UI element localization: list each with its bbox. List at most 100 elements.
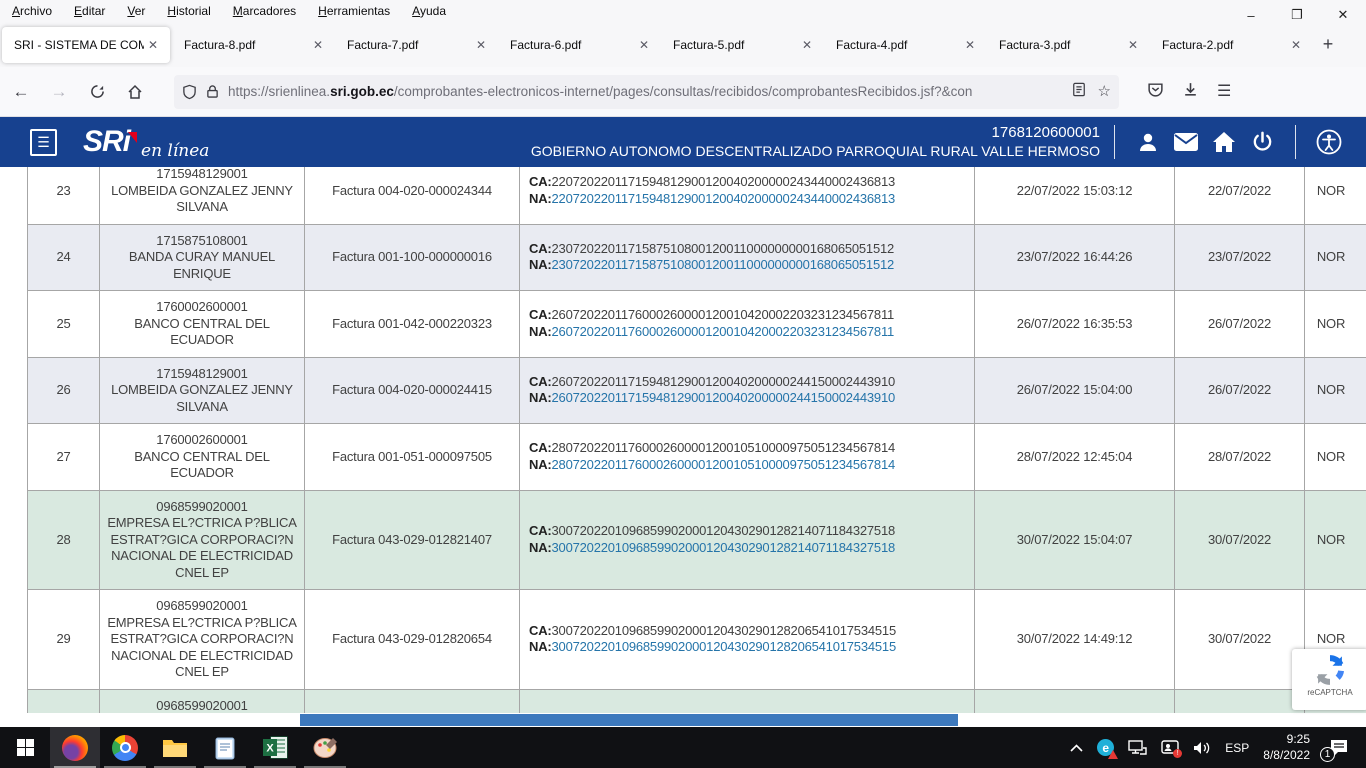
issuer-name: BANCO CENTRAL DEL ECUADOR [106,449,298,482]
sidebar-menu-icon[interactable]: ☰ [30,129,57,156]
keyboard-language-indicator[interactable]: ESP [1225,741,1249,755]
authorization-number-link[interactable]: 2207202201171594812900120040200000243440… [552,191,896,206]
home-icon[interactable] [118,75,152,109]
tab-title: Factura-8.pdf [184,38,309,52]
browser-tab[interactable]: Factura-4.pdf ✕ [824,27,987,63]
tab-close-icon[interactable]: ✕ [1287,36,1305,54]
bookmark-star-icon[interactable]: ☆ [1098,82,1111,101]
menu-item[interactable]: Ver [127,4,145,18]
reload-icon[interactable] [80,75,114,109]
row-number: 26 [27,358,100,424]
issue-date: 28/07/2022 [1175,424,1305,490]
tab-close-icon[interactable]: ✕ [635,36,653,54]
taskbar-chrome-icon[interactable] [100,727,150,768]
table-row[interactable]: 23 1715948129001 LOMBEIDA GONZALEZ JENNY… [27,167,1366,225]
lock-icon[interactable] [206,84,219,99]
tab-close-icon[interactable]: ✕ [961,36,979,54]
forward-icon[interactable]: → [42,75,76,109]
browser-tab[interactable]: Factura-6.pdf ✕ [498,27,661,63]
authorization-number-link[interactable]: 2607202201171594812900120040200000244150… [552,390,896,405]
accessibility-icon[interactable] [1310,129,1348,155]
access-key-cell: CA:2607202201176000260000120010420002203… [520,291,975,357]
table-row[interactable]: 28 0968599020001 EMPRESA EL?CTRICA P?BLI… [27,491,1366,591]
taskbar-firefox-icon[interactable] [50,727,100,768]
table-row[interactable]: 24 1715875108001 BANDA CURAY MANUEL ENRI… [27,225,1366,292]
browser-tab[interactable]: Factura-2.pdf ✕ [1150,27,1313,63]
svg-text:X: X [266,743,274,755]
tray-expand-icon[interactable] [1070,744,1083,752]
issuer-ruc-name: 0968599020001 EMPRESA EL?CTRICA P?BLICA … [100,491,305,590]
menu-item[interactable]: Editar [74,4,105,18]
start-button[interactable] [0,727,50,768]
logout-power-icon[interactable] [1243,131,1281,154]
emission-type: NOR [1305,491,1366,590]
network-tray-icon[interactable] [1128,740,1147,755]
pocket-icon[interactable] [1147,81,1164,103]
access-key-value: 2607202201171594812900120040200000244150… [552,374,896,389]
issue-date: 22/07/2022 [1175,167,1305,224]
system-tray: e ! ESP 9:25 8/8/2022 1 [1070,727,1366,768]
sri-header: ☰ SRi en línea 1768120600001 GOBIERNO AU… [0,117,1366,167]
browser-tab[interactable]: Factura-3.pdf ✕ [987,27,1150,63]
authorization-number-link[interactable]: 3007202201096859902000120430290128206541… [552,639,896,654]
issuer-ruc: 1715948129001 [156,167,247,183]
authorization-datetime: 28/07/2022 12:45:04 [975,424,1175,490]
reader-mode-icon[interactable] [1072,82,1086,101]
browser-tab[interactable]: Factura-8.pdf ✕ [172,27,335,63]
scrollbar-thumb[interactable] [300,714,958,726]
authorization-number-link[interactable]: 2607202201176000260000120010420002203231… [552,324,895,339]
table-row[interactable]: 29 0968599020001 EMPRESA EL?CTRICA P?BLI… [27,590,1366,690]
browser-tab[interactable]: SRI - SISTEMA DE COMP ✕ [2,27,170,63]
back-icon[interactable]: ← [4,75,38,109]
tab-close-icon[interactable]: ✕ [1124,36,1142,54]
menu-item[interactable]: Marcadores [233,4,296,18]
action-center-icon[interactable]: 1 [1324,739,1354,757]
table-row[interactable]: 30 0968599020001 EMPRESA EL?CTRICA P?BLI… [27,690,1366,714]
access-key-value: 2607202201176000260000120010420002203231… [552,307,895,322]
authorization-datetime: 30/07/2022 15:01:51 [975,690,1175,714]
access-key-cell: CA:3007202201096859902000120430290128214… [520,491,975,590]
document-type-series: Factura 043-029-012820885 [305,690,520,714]
authorization-datetime: 26/07/2022 15:04:00 [975,358,1175,424]
table-horizontal-scrollbar[interactable] [0,713,1366,727]
taskbar-paint-icon[interactable] [300,727,350,768]
recaptcha-badge[interactable]: reCAPTCHA [1292,649,1366,710]
issue-date: 23/07/2022 [1175,225,1305,291]
menu-item[interactable]: Archivo [12,4,52,18]
sri-logo[interactable]: SRi en línea [83,125,209,159]
home-portal-icon[interactable] [1205,131,1243,153]
table-row[interactable]: 27 1760002600001 BANCO CENTRAL DEL ECUAD… [27,424,1366,491]
authorization-number-link[interactable]: 2307202201171587510800120011000000000168… [552,257,895,272]
tab-close-icon[interactable]: ✕ [798,36,816,54]
authorization-number-link[interactable]: 3007202201096859902000120430290128214071… [552,540,896,555]
taskbar-excel-icon[interactable]: X [250,727,300,768]
taskbar-clock[interactable]: 9:25 8/8/2022 [1263,732,1310,763]
tab-close-icon[interactable]: ✕ [309,36,327,54]
tab-close-icon[interactable]: ✕ [144,36,162,54]
menu-item[interactable]: Herramientas [318,4,390,18]
browser-tab[interactable]: Factura-5.pdf ✕ [661,27,824,63]
browser-tab[interactable]: Factura-7.pdf ✕ [335,27,498,63]
menu-item[interactable]: Historial [167,4,210,18]
mail-icon[interactable] [1167,132,1205,152]
address-bar[interactable]: https://srienlinea.sri.gob.ec/comprobant… [174,75,1119,109]
user-icon[interactable] [1129,130,1167,154]
invoices-table-viewport: 23 1715948129001 LOMBEIDA GONZALEZ JENNY… [0,167,1366,713]
taskbar-notepad-icon[interactable] [200,727,250,768]
app-menu-icon[interactable]: ☰ [1217,81,1231,103]
shield-icon[interactable] [182,84,197,100]
taskbar-file-explorer-icon[interactable] [150,727,200,768]
tab-close-icon[interactable]: ✕ [472,36,490,54]
table-row[interactable]: 25 1760002600001 BANCO CENTRAL DEL ECUAD… [27,291,1366,358]
authorization-number-link[interactable]: 2807202201176000260000120010510000975051… [552,457,896,472]
table-row[interactable]: 26 1715948129001 LOMBEIDA GONZALEZ JENNY… [27,358,1366,425]
volume-tray-icon[interactable] [1193,741,1211,755]
windows-security-tray-icon[interactable]: ! [1161,740,1179,755]
downloads-icon[interactable] [1182,81,1199,103]
issuer-name: EMPRESA EL?CTRICA P?BLICA ESTRAT?GICA CO… [106,515,298,581]
recaptcha-label: reCAPTCHA [1307,688,1352,697]
menu-item[interactable]: Ayuda [412,4,446,18]
antivirus-tray-icon[interactable]: e [1097,739,1114,756]
new-tab-button[interactable]: + [1313,30,1343,60]
issue-date: 30/07/2022 [1175,491,1305,590]
